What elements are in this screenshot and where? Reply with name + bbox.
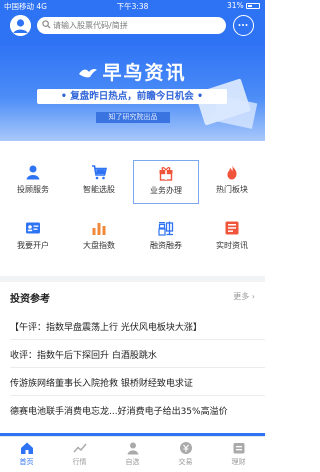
tab-label: 首页 [19, 458, 34, 466]
grid-item-business[interactable]: 业务办理 [133, 160, 199, 204]
home-icon [20, 442, 33, 454]
bottom-tab-bar: 首页 行情 自选 交易 理财 [0, 433, 265, 472]
section-title: 投资参考 [10, 294, 50, 305]
news-item[interactable]: 【午评：指数早盘震荡上行 光伏风电板块大涨】 [10, 320, 260, 333]
rong-icon [158, 221, 174, 236]
news-divider [10, 367, 265, 368]
battery-icon [246, 3, 260, 9]
news-item[interactable]: 收评：指数午后下探回升 白酒股跳水 [10, 348, 260, 361]
tab-quotes[interactable]: 行情 [53, 441, 106, 467]
banner-source: 知了研究院出品 [96, 112, 170, 123]
more-link[interactable]: 更多 › [233, 291, 255, 302]
trade-icon [179, 442, 192, 454]
tab-trade[interactable]: 交易 [159, 441, 212, 467]
news-divider [10, 339, 265, 340]
search-box[interactable] [37, 17, 226, 34]
grid-item-realtime-news[interactable]: 实时资讯 [199, 216, 265, 260]
banner-tagline: • 复盘昨日热点，前瞻今日机会 • [37, 89, 227, 104]
news-divider [10, 395, 265, 396]
grid-item-label: 热门板块 [216, 185, 248, 194]
banner-title-text: 早鸟资讯 [102, 62, 187, 84]
grid-item-label: 大盘指数 [83, 241, 115, 250]
watchlist-icon [127, 442, 138, 455]
gift-icon [159, 167, 173, 181]
grid-item-hot-sectors[interactable]: 热门板块 [199, 160, 265, 204]
status-bar: 中国移动 4G 下午3:38 31% [0, 0, 265, 12]
tab-home[interactable]: 首页 [0, 441, 53, 467]
news-item[interactable]: 德赛电池联手消费电忘龙...好消费电子给出35%高溢价 [10, 404, 260, 417]
chat-bubble-icon [238, 24, 248, 26]
tab-label: 交易 [178, 458, 193, 466]
clock: 下午3:38 [116, 2, 149, 11]
grid-item-label: 融资融券 [150, 241, 182, 250]
grid-item-label: 业务办理 [150, 186, 182, 195]
banner-title: 早鸟资讯 [0, 58, 265, 85]
grid-item-market-index[interactable]: 大盘指数 [66, 216, 132, 260]
battery-percent: 31% [226, 1, 244, 10]
person-icon [26, 165, 40, 180]
grid-item-label: 智能选股 [83, 185, 115, 194]
message-button[interactable] [233, 15, 254, 36]
bar-chart-icon [92, 223, 106, 235]
cart-icon [92, 165, 107, 180]
tab-wealth[interactable]: 理财 [212, 441, 265, 467]
news-icon [225, 221, 239, 235]
wealth-icon [233, 443, 244, 454]
battery-indicator: 31% [227, 1, 260, 10]
grid-item-label: 实时资讯 [216, 241, 248, 250]
quotes-icon [72, 443, 87, 453]
bird-icon [79, 68, 98, 78]
search-icon [42, 20, 51, 29]
avatar[interactable] [10, 15, 31, 36]
grid-item-smart-picker[interactable]: 智能选股 [66, 160, 132, 204]
tab-label: 行情 [72, 458, 87, 466]
tab-watchlist[interactable]: 自选 [106, 441, 159, 467]
tab-label: 理财 [231, 458, 246, 466]
grid-item-label: 投顾服务 [17, 185, 49, 194]
app-screen: 中国移动 4G 下午3:38 31% 请输入股票代码/简拼 早鸟资讯 • 复盘昨… [0, 0, 265, 472]
fire-icon [227, 165, 237, 180]
grid-item-open-account[interactable]: 我要开户 [0, 216, 66, 260]
news-item[interactable]: 传游族网络董事长入院抢救 银桥财经致电求证 [10, 376, 260, 389]
id-card-icon [26, 222, 40, 234]
tab-label: 自选 [125, 458, 140, 466]
search-input[interactable] [53, 18, 221, 33]
grid-item-label: 我要开户 [17, 241, 49, 250]
search-row [0, 14, 265, 40]
grid-item-margin-trading[interactable]: 融资融券 [133, 216, 199, 260]
grid-item-advisor-service[interactable]: 投顾服务 [0, 160, 66, 204]
scroll-edge-highlight [0, 433, 265, 436]
section-divider [0, 276, 265, 282]
promo-banner[interactable]: 早鸟资讯 • 复盘昨日热点，前瞻今日机会 • 知了研究院出品 [0, 43, 265, 141]
